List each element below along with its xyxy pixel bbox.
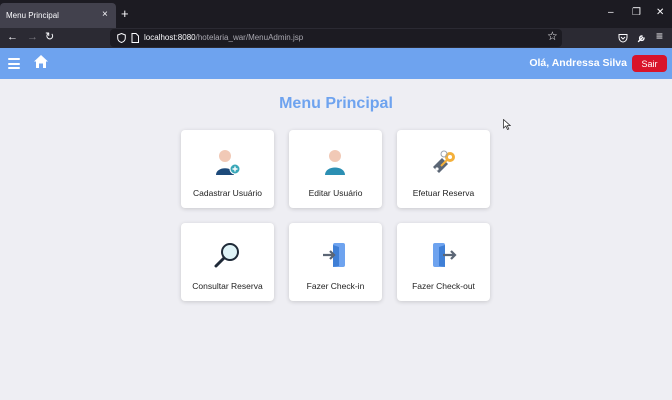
reload-icon[interactable]: ↻: [45, 31, 54, 44]
new-tab-icon[interactable]: +: [121, 7, 129, 20]
key-tag-icon: [433, 150, 455, 173]
back-icon[interactable]: ←: [7, 31, 18, 44]
restore-icon[interactable]: ❐: [632, 8, 641, 18]
browser-nav-bar: ← → ↻ localhost:8080/hotelaria_war/MenuA…: [0, 28, 672, 48]
shield-icon: [117, 33, 126, 43]
wrench-icon[interactable]: [637, 33, 647, 43]
card-label: Editar Usuário: [308, 188, 363, 198]
card-label: Fazer Check-out: [412, 281, 475, 291]
hamburger-menu-icon[interactable]: [8, 58, 20, 69]
mouse-cursor-icon: [503, 119, 511, 130]
url-host: localhost:8080: [144, 33, 196, 42]
logout-button[interactable]: Sair: [632, 55, 667, 72]
pocket-icon[interactable]: [618, 33, 628, 43]
magnifier-icon: [214, 243, 239, 268]
bookmark-star-icon[interactable]: ☆: [547, 30, 558, 43]
app-header: Olá, Andressa Silva Sair: [0, 48, 672, 79]
door-exit-icon: [433, 243, 457, 267]
card-editar-usuario[interactable]: Editar Usuário: [289, 130, 382, 208]
tab-close-icon[interactable]: ×: [102, 10, 108, 20]
card-consultar-reserva[interactable]: Consultar Reserva: [181, 223, 274, 301]
card-efetuar-reserva[interactable]: Efetuar Reserva: [397, 130, 490, 208]
card-label: Fazer Check-in: [306, 281, 365, 291]
url-bar[interactable]: localhost:8080/hotelaria_war/MenuAdmin.j…: [110, 29, 562, 47]
window-close-icon[interactable]: ✕: [656, 8, 664, 18]
minimize-icon[interactable]: –: [608, 8, 614, 18]
tab-title: Menu Principal: [6, 11, 59, 20]
forward-icon[interactable]: →: [27, 31, 38, 44]
card-fazer-check-out[interactable]: Fazer Check-out: [397, 223, 490, 301]
door-enter-icon: [323, 243, 345, 267]
card-cadastrar-usuario[interactable]: Cadastrar Usuário: [181, 130, 274, 208]
card-fazer-check-in[interactable]: Fazer Check-in: [289, 223, 382, 301]
browser-menu-icon[interactable]: ≡: [656, 30, 663, 43]
page-title: Menu Principal: [279, 95, 393, 112]
page-icon: [131, 33, 139, 43]
browser-tab-bar: Menu Principal × + – ❐ ✕: [0, 0, 672, 28]
url-text: localhost:8080/hotelaria_war/MenuAdmin.j…: [144, 33, 303, 42]
home-icon[interactable]: [33, 54, 49, 69]
card-label: Efetuar Reserva: [412, 188, 475, 198]
card-label: Consultar Reserva: [192, 281, 263, 291]
user-greeting: Olá, Andressa Silva: [529, 57, 627, 69]
user-icon: [325, 150, 345, 175]
card-label: Cadastrar Usuário: [193, 188, 262, 198]
browser-tab[interactable]: Menu Principal ×: [0, 3, 116, 28]
add-user-icon: [216, 150, 241, 175]
url-path: /hotelaria_war/MenuAdmin.jsp: [195, 33, 304, 42]
